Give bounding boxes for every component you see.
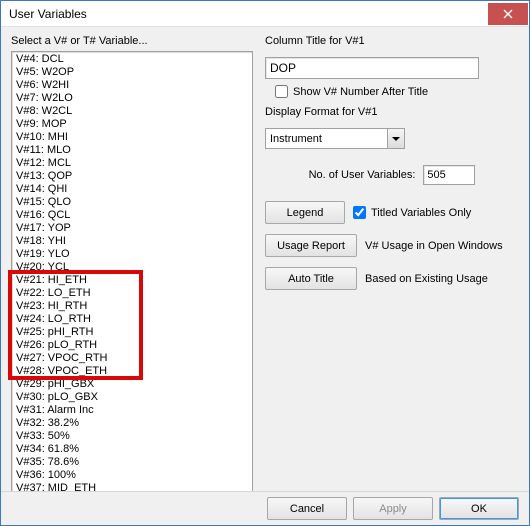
list-item[interactable]: V#20: YCL <box>12 261 252 274</box>
list-item[interactable]: V#29: pHI_GBX <box>12 378 252 391</box>
close-icon <box>503 9 513 19</box>
left-panel: Select a V# or T# Variable... V#4: DCLV#… <box>11 35 253 485</box>
variable-listbox[interactable]: V#4: DCLV#5: W2OPV#6: W2HIV#7: W2LOV#8: … <box>11 51 253 491</box>
list-item[interactable]: V#7: W2LO <box>12 92 252 105</box>
auto-title-button[interactable]: Auto Title <box>265 267 357 290</box>
numvars-input[interactable] <box>423 165 475 185</box>
window-title: User Variables <box>1 7 87 21</box>
close-button[interactable] <box>488 3 528 25</box>
list-item[interactable]: V#22: LO_ETH <box>12 287 252 300</box>
list-item[interactable]: V#36: 100% <box>12 469 252 482</box>
list-item[interactable]: V#13: QOP <box>12 170 252 183</box>
list-item[interactable]: V#15: QLO <box>12 196 252 209</box>
titled-only-wrap: Titled Variables Only <box>353 206 471 219</box>
list-wrap: V#4: DCLV#5: W2OPV#6: W2HIV#7: W2LOV#8: … <box>11 51 253 491</box>
titled-only-label[interactable]: Titled Variables Only <box>371 207 471 219</box>
list-item[interactable]: V#16: QCL <box>12 209 252 222</box>
list-item[interactable]: V#27: VPOC_RTH <box>12 352 252 365</box>
usage-report-desc: V# Usage in Open Windows <box>365 240 503 252</box>
usage-report-button[interactable]: Usage Report <box>265 234 357 257</box>
list-item[interactable]: V#21: HI_ETH <box>12 274 252 287</box>
dialog-footer: Cancel Apply OK <box>1 491 529 525</box>
show-number-row: Show V# Number After Title <box>265 85 519 98</box>
list-item[interactable]: V#23: HI_RTH <box>12 300 252 313</box>
list-item[interactable]: V#26: pLO_RTH <box>12 339 252 352</box>
variable-select-label: Select a V# or T# Variable... <box>11 35 253 47</box>
right-panel: Column Title for V#1 Show V# Number Afte… <box>265 35 519 485</box>
usage-row: Usage Report V# Usage in Open Windows <box>265 234 519 257</box>
list-item[interactable]: V#28: VPOC_ETH <box>12 365 252 378</box>
legend-row: Legend Titled Variables Only <box>265 201 519 224</box>
user-variables-dialog: User Variables Select a V# or T# Variabl… <box>0 0 530 526</box>
column-title-input[interactable] <box>265 57 479 79</box>
display-format-label: Display Format for V#1 <box>265 106 519 118</box>
autotitle-row: Auto Title Based on Existing Usage <box>265 267 519 290</box>
dialog-body: Select a V# or T# Variable... V#4: DCLV#… <box>1 27 529 491</box>
column-title-label: Column Title for V#1 <box>265 35 519 47</box>
list-item[interactable]: V#24: LO_RTH <box>12 313 252 326</box>
titled-only-checkbox[interactable] <box>353 206 366 219</box>
list-item[interactable]: V#19: YLO <box>12 248 252 261</box>
list-item[interactable]: V#30: pLO_GBX <box>12 391 252 404</box>
list-item[interactable]: V#8: W2CL <box>12 105 252 118</box>
numvars-row: No. of User Variables: <box>265 165 519 185</box>
show-number-checkbox[interactable] <box>275 85 288 98</box>
titlebar: User Variables <box>1 1 529 27</box>
list-item[interactable]: V#32: 38.2% <box>12 417 252 430</box>
cancel-button[interactable]: Cancel <box>267 497 347 520</box>
legend-button[interactable]: Legend <box>265 201 345 224</box>
apply-button[interactable]: Apply <box>353 497 433 520</box>
auto-title-desc: Based on Existing Usage <box>365 273 488 285</box>
list-item[interactable]: V#31: Alarm Inc <box>12 404 252 417</box>
list-item[interactable]: V#9: MOP <box>12 118 252 131</box>
list-item[interactable]: V#11: MLO <box>12 144 252 157</box>
list-item[interactable]: V#12: MCL <box>12 157 252 170</box>
display-format-select-wrap <box>265 128 405 149</box>
numvars-label: No. of User Variables: <box>309 169 416 181</box>
list-item[interactable]: V#37: MID_ETH <box>12 482 252 491</box>
list-item[interactable]: V#17: YOP <box>12 222 252 235</box>
list-item[interactable]: V#10: MHI <box>12 131 252 144</box>
list-item[interactable]: V#25: pHI_RTH <box>12 326 252 339</box>
list-item[interactable]: V#5: W2OP <box>12 66 252 79</box>
ok-button[interactable]: OK <box>439 497 519 520</box>
list-item[interactable]: V#34: 61.8% <box>12 443 252 456</box>
list-item[interactable]: V#4: DCL <box>12 53 252 66</box>
list-item[interactable]: V#14: QHI <box>12 183 252 196</box>
display-format-select[interactable] <box>265 128 405 149</box>
list-item[interactable]: V#6: W2HI <box>12 79 252 92</box>
list-item[interactable]: V#35: 78.6% <box>12 456 252 469</box>
list-item[interactable]: V#33: 50% <box>12 430 252 443</box>
show-number-label[interactable]: Show V# Number After Title <box>293 86 428 98</box>
list-item[interactable]: V#18: YHI <box>12 235 252 248</box>
